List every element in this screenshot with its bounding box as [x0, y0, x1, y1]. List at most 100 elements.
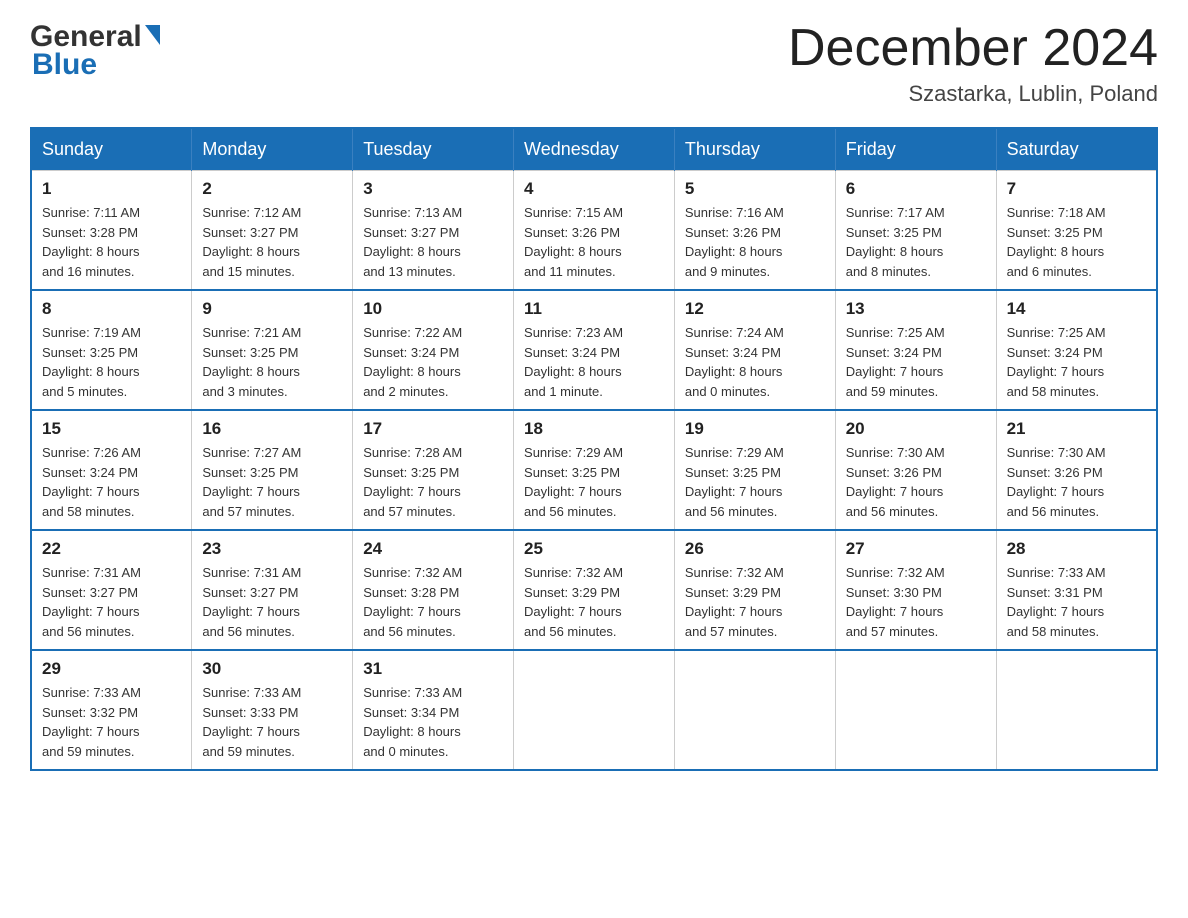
day-info: Sunrise: 7:12 AMSunset: 3:27 PMDaylight:… — [202, 203, 342, 281]
calendar-cell: 18 Sunrise: 7:29 AMSunset: 3:25 PMDayligh… — [514, 410, 675, 530]
calendar-week-row: 1 Sunrise: 7:11 AMSunset: 3:28 PMDaylight… — [31, 171, 1157, 291]
day-info: Sunrise: 7:15 AMSunset: 3:26 PMDaylight:… — [524, 203, 664, 281]
day-number: 16 — [202, 419, 342, 439]
calendar-cell: 12 Sunrise: 7:24 AMSunset: 3:24 PMDayligh… — [674, 290, 835, 410]
day-number: 22 — [42, 539, 181, 559]
day-number: 2 — [202, 179, 342, 199]
day-info: Sunrise: 7:32 AMSunset: 3:29 PMDaylight:… — [524, 563, 664, 641]
calendar-cell: 6Sunrise: 7:17 AMSunset: 3:25 PMDaylight… — [835, 171, 996, 291]
day-info: Sunrise: 7:21 AMSunset: 3:25 PMDaylight:… — [202, 323, 342, 401]
header-monday: Monday — [192, 128, 353, 171]
header-sunday: Sunday — [31, 128, 192, 171]
calendar-cell: 7 Sunrise: 7:18 AMSunset: 3:25 PMDaylight… — [996, 171, 1157, 291]
day-number: 29 — [42, 659, 181, 679]
day-info: Sunrise: 7:33 AMSunset: 3:32 PMDaylight:… — [42, 683, 181, 761]
day-number: 18 — [524, 419, 664, 439]
page-header: General Blue December 2024 Szastarka, Lu… — [30, 20, 1158, 107]
day-info: Sunrise: 7:29 AMSunset: 3:25 PMDaylight:… — [685, 443, 825, 521]
day-number: 30 — [202, 659, 342, 679]
logo: General Blue — [30, 20, 160, 82]
calendar-cell: 10 Sunrise: 7:22 AMSunset: 3:24 PMDayligh… — [353, 290, 514, 410]
day-number: 10 — [363, 299, 503, 319]
calendar-cell: 28 Sunrise: 7:33 AMSunset: 3:31 PMDayligh… — [996, 530, 1157, 650]
calendar-header-row: SundayMondayTuesdayWednesdayThursdayFrid… — [31, 128, 1157, 171]
calendar-cell: 2 Sunrise: 7:12 AMSunset: 3:27 PMDaylight… — [192, 171, 353, 291]
calendar-cell — [835, 650, 996, 770]
day-info: Sunrise: 7:32 AMSunset: 3:28 PMDaylight:… — [363, 563, 503, 641]
day-info: Sunrise: 7:33 AMSunset: 3:34 PMDaylight:… — [363, 683, 503, 761]
day-info: Sunrise: 7:32 AMSunset: 3:30 PMDaylight:… — [846, 563, 986, 641]
calendar-cell: 16 Sunrise: 7:27 AMSunset: 3:25 PMDayligh… — [192, 410, 353, 530]
day-info: Sunrise: 7:25 AMSunset: 3:24 PMDaylight:… — [1007, 323, 1146, 401]
calendar-cell — [514, 650, 675, 770]
day-info: Sunrise: 7:24 AMSunset: 3:24 PMDaylight:… — [685, 323, 825, 401]
day-number: 21 — [1007, 419, 1146, 439]
calendar-cell: 21 Sunrise: 7:30 AMSunset: 3:26 PMDayligh… — [996, 410, 1157, 530]
day-number: 9 — [202, 299, 342, 319]
day-number: 23 — [202, 539, 342, 559]
day-info: Sunrise: 7:28 AMSunset: 3:25 PMDaylight:… — [363, 443, 503, 521]
calendar-cell — [674, 650, 835, 770]
calendar-cell: 24 Sunrise: 7:32 AMSunset: 3:28 PMDayligh… — [353, 530, 514, 650]
header-saturday: Saturday — [996, 128, 1157, 171]
calendar-cell: 27Sunrise: 7:32 AMSunset: 3:30 PMDayligh… — [835, 530, 996, 650]
day-number: 7 — [1007, 179, 1146, 199]
day-number: 8 — [42, 299, 181, 319]
calendar-cell: 3 Sunrise: 7:13 AMSunset: 3:27 PMDaylight… — [353, 171, 514, 291]
day-number: 26 — [685, 539, 825, 559]
calendar-cell: 11Sunrise: 7:23 AMSunset: 3:24 PMDayligh… — [514, 290, 675, 410]
calendar-cell: 15Sunrise: 7:26 AMSunset: 3:24 PMDayligh… — [31, 410, 192, 530]
calendar-cell: 22 Sunrise: 7:31 AMSunset: 3:27 PMDayligh… — [31, 530, 192, 650]
calendar-cell: 1 Sunrise: 7:11 AMSunset: 3:28 PMDaylight… — [31, 171, 192, 291]
header-friday: Friday — [835, 128, 996, 171]
day-info: Sunrise: 7:25 AMSunset: 3:24 PMDaylight:… — [846, 323, 986, 401]
day-info: Sunrise: 7:31 AMSunset: 3:27 PMDaylight:… — [42, 563, 181, 641]
calendar-cell: 9 Sunrise: 7:21 AMSunset: 3:25 PMDaylight… — [192, 290, 353, 410]
calendar-cell: 31 Sunrise: 7:33 AMSunset: 3:34 PMDayligh… — [353, 650, 514, 770]
day-info: Sunrise: 7:32 AMSunset: 3:29 PMDaylight:… — [685, 563, 825, 641]
day-number: 1 — [42, 179, 181, 199]
title-section: December 2024 Szastarka, Lublin, Poland — [788, 20, 1158, 107]
day-number: 17 — [363, 419, 503, 439]
calendar-cell: 26 Sunrise: 7:32 AMSunset: 3:29 PMDayligh… — [674, 530, 835, 650]
day-info: Sunrise: 7:33 AMSunset: 3:33 PMDaylight:… — [202, 683, 342, 761]
day-info: Sunrise: 7:26 AMSunset: 3:24 PMDaylight:… — [42, 443, 181, 521]
day-info: Sunrise: 7:11 AMSunset: 3:28 PMDaylight:… — [42, 203, 181, 281]
day-number: 24 — [363, 539, 503, 559]
calendar-cell: 5 Sunrise: 7:16 AMSunset: 3:26 PMDaylight… — [674, 171, 835, 291]
calendar-cell: 20Sunrise: 7:30 AMSunset: 3:26 PMDayligh… — [835, 410, 996, 530]
day-number: 28 — [1007, 539, 1146, 559]
day-number: 11 — [524, 299, 664, 319]
calendar-cell: 14Sunrise: 7:25 AMSunset: 3:24 PMDayligh… — [996, 290, 1157, 410]
calendar-cell: 8Sunrise: 7:19 AMSunset: 3:25 PMDaylight… — [31, 290, 192, 410]
calendar-cell: 23 Sunrise: 7:31 AMSunset: 3:27 PMDayligh… — [192, 530, 353, 650]
day-info: Sunrise: 7:29 AMSunset: 3:25 PMDaylight:… — [524, 443, 664, 521]
day-number: 31 — [363, 659, 503, 679]
day-info: Sunrise: 7:13 AMSunset: 3:27 PMDaylight:… — [363, 203, 503, 281]
calendar-cell: 13Sunrise: 7:25 AMSunset: 3:24 PMDayligh… — [835, 290, 996, 410]
day-number: 3 — [363, 179, 503, 199]
day-number: 19 — [685, 419, 825, 439]
day-info: Sunrise: 7:30 AMSunset: 3:26 PMDaylight:… — [1007, 443, 1146, 521]
location-text: Szastarka, Lublin, Poland — [788, 81, 1158, 107]
day-number: 6 — [846, 179, 986, 199]
calendar-week-row: 29 Sunrise: 7:33 AMSunset: 3:32 PMDayligh… — [31, 650, 1157, 770]
day-info: Sunrise: 7:31 AMSunset: 3:27 PMDaylight:… — [202, 563, 342, 641]
calendar-cell: 19 Sunrise: 7:29 AMSunset: 3:25 PMDayligh… — [674, 410, 835, 530]
calendar-cell — [996, 650, 1157, 770]
calendar-cell: 4Sunrise: 7:15 AMSunset: 3:26 PMDaylight… — [514, 171, 675, 291]
day-info: Sunrise: 7:22 AMSunset: 3:24 PMDaylight:… — [363, 323, 503, 401]
calendar-cell: 25Sunrise: 7:32 AMSunset: 3:29 PMDayligh… — [514, 530, 675, 650]
day-info: Sunrise: 7:27 AMSunset: 3:25 PMDaylight:… — [202, 443, 342, 521]
header-thursday: Thursday — [674, 128, 835, 171]
calendar-cell: 29 Sunrise: 7:33 AMSunset: 3:32 PMDayligh… — [31, 650, 192, 770]
day-number: 12 — [685, 299, 825, 319]
logo-triangle-icon — [145, 25, 160, 45]
day-info: Sunrise: 7:33 AMSunset: 3:31 PMDaylight:… — [1007, 563, 1146, 641]
month-title: December 2024 — [788, 20, 1158, 77]
calendar-cell: 17 Sunrise: 7:28 AMSunset: 3:25 PMDayligh… — [353, 410, 514, 530]
day-info: Sunrise: 7:18 AMSunset: 3:25 PMDaylight:… — [1007, 203, 1146, 281]
day-info: Sunrise: 7:30 AMSunset: 3:26 PMDaylight:… — [846, 443, 986, 521]
day-number: 5 — [685, 179, 825, 199]
day-info: Sunrise: 7:16 AMSunset: 3:26 PMDaylight:… — [685, 203, 825, 281]
